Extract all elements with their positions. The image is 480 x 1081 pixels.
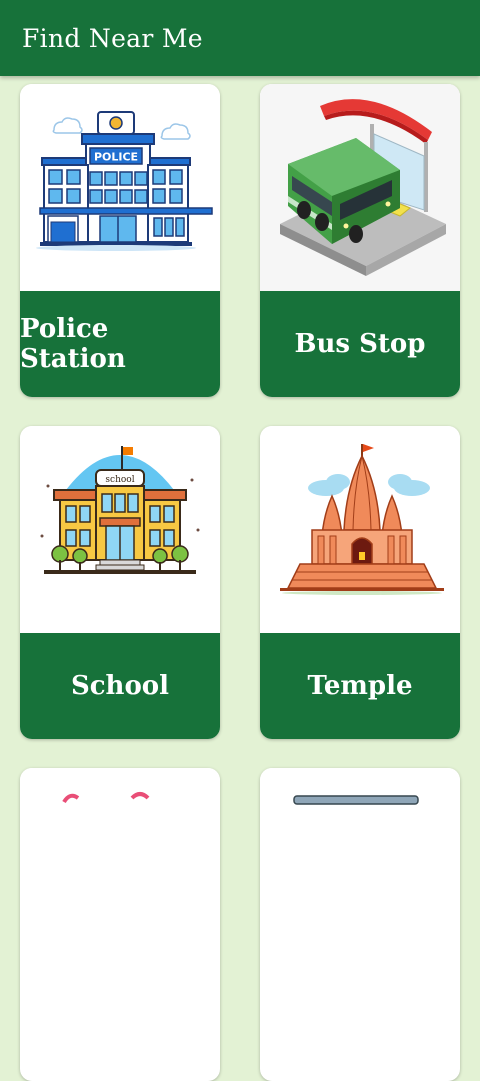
category-card-bus-stop[interactable]: Bus Stop xyxy=(260,84,460,397)
category-card-school[interactable]: school School xyxy=(20,426,220,739)
category-card-partial-right[interactable] xyxy=(260,768,460,1081)
category-card-temple[interactable]: Temple xyxy=(260,426,460,739)
bus-stop-icon xyxy=(260,84,460,291)
category-label: School xyxy=(20,633,220,739)
category-label: Bus Stop xyxy=(260,291,460,397)
category-card-partial-left[interactable] xyxy=(20,768,220,1081)
police-sign-text: POLICE xyxy=(94,151,138,164)
police-station-icon: POLICE xyxy=(20,84,220,291)
partial-card-icon xyxy=(260,768,460,975)
temple-icon xyxy=(260,426,460,633)
school-sign-text: school xyxy=(105,475,134,485)
partial-card-icon xyxy=(20,768,220,975)
app-bar: Find Near Me xyxy=(0,0,480,76)
category-label: Police Station xyxy=(20,291,220,397)
school-icon: school xyxy=(20,426,220,633)
category-card-police-station[interactable]: POLICE Police Station xyxy=(20,84,220,397)
category-label: Temple xyxy=(260,633,460,739)
app-title: Find Near Me xyxy=(22,23,203,53)
